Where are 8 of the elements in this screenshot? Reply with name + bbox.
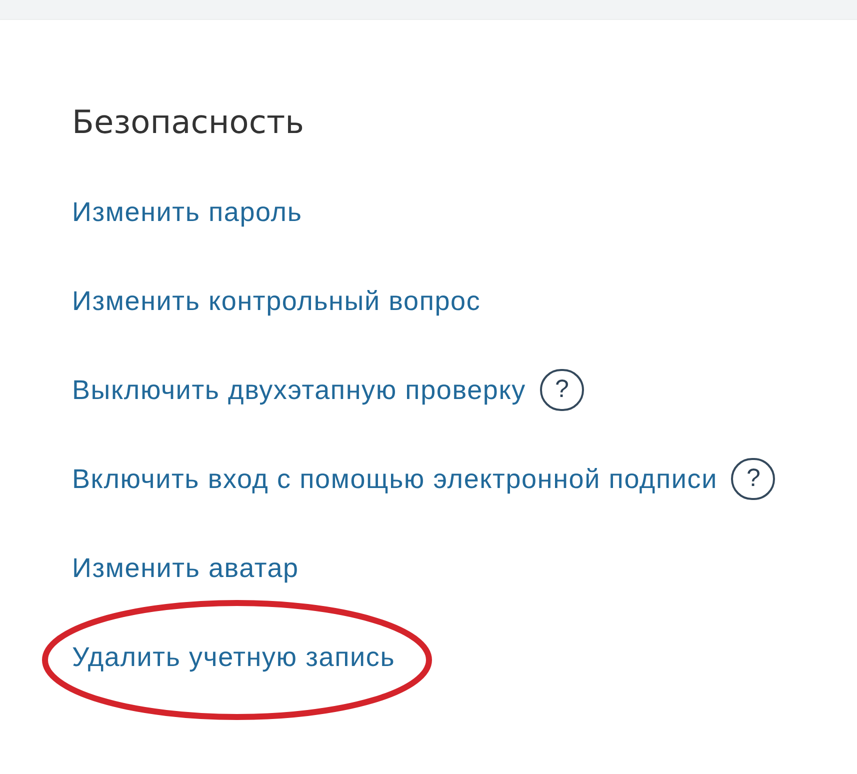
settings-link[interactable]: Включить вход с помощью электронной подписи (72, 462, 718, 496)
settings-link[interactable]: Изменить аватар (72, 550, 299, 584)
help-icon[interactable]: ? (540, 368, 584, 410)
help-icon[interactable]: ? (731, 458, 776, 500)
settings-link[interactable]: Изменить контрольный вопрос (72, 284, 481, 318)
settings-link[interactable]: Выключить двухэтапную проверку (72, 372, 526, 406)
section-title: Безопасность (72, 103, 304, 141)
settings-link[interactable]: Изменить пароль (72, 194, 302, 228)
